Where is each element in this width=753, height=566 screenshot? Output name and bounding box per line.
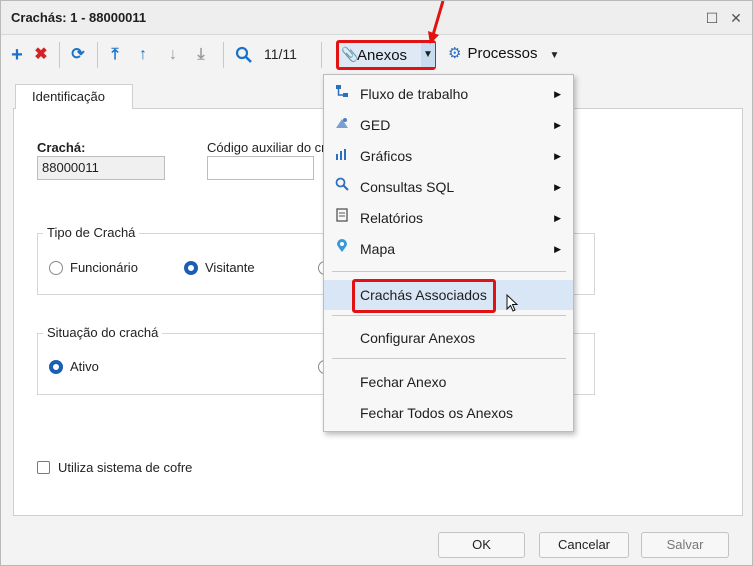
menu-item-label: Fechar Todos os Anexos xyxy=(360,405,514,421)
menu-separator xyxy=(332,358,566,359)
menu-item-label: Mapa xyxy=(360,241,396,257)
close-button[interactable]: ✕ xyxy=(725,7,747,29)
chevron-down-icon: ▼ xyxy=(549,50,560,61)
menu-item-ged[interactable]: GED ▶ xyxy=(324,110,573,140)
mouse-cursor-icon xyxy=(506,294,519,312)
menu-item-label: Fluxo de trabalho xyxy=(360,86,469,102)
submenu-arrow-icon: ▶ xyxy=(554,213,561,223)
menu-item-consultas-sql[interactable]: Consultas SQL ▶ xyxy=(324,172,573,202)
radio-ativo-label: Ativo xyxy=(70,359,99,374)
first-record-icon[interactable]: ⤒ xyxy=(105,44,125,66)
menu-item-fluxo-trabalho[interactable]: Fluxo de trabalho ▶ xyxy=(324,79,573,109)
processos-label: Processos xyxy=(467,45,538,62)
menu-item-mapa[interactable]: Mapa ▶ xyxy=(324,234,573,264)
save-button[interactable]: Salvar xyxy=(641,532,729,558)
maximize-button[interactable]: ☐ xyxy=(701,7,723,29)
anexos-label: Anexos xyxy=(357,47,408,64)
cracha-label: Crachá: xyxy=(37,140,86,155)
cofre-label: Utiliza sistema de cofre xyxy=(58,460,193,475)
anexos-dropdown-menu: Fluxo de trabalho ▶ GED ▶ Gráficos ▶ Con… xyxy=(323,74,574,432)
menu-item-label: Relatórios xyxy=(360,210,424,226)
codigo-auxiliar-field[interactable] xyxy=(207,156,314,180)
report-icon xyxy=(334,203,350,233)
menu-item-label: Fechar Anexo xyxy=(360,374,447,390)
search-icon xyxy=(334,172,350,202)
radio-ativo[interactable] xyxy=(49,360,63,374)
paperclip-icon: 📎 xyxy=(341,46,359,62)
menu-item-relatorios[interactable]: Relatórios ▶ xyxy=(324,203,573,233)
last-record-icon[interactable]: ⤓ xyxy=(191,44,211,66)
submenu-arrow-icon: ▶ xyxy=(554,244,561,254)
cracha-field[interactable]: 88000011 xyxy=(37,156,165,180)
radio-visitante-label: Visitante xyxy=(205,260,255,275)
situacao-cracha-legend: Situação do crachá xyxy=(43,325,163,340)
radio-funcionario[interactable] xyxy=(49,261,63,275)
tipo-cracha-legend: Tipo de Crachá xyxy=(43,225,140,240)
menu-item-label: GED xyxy=(360,117,391,133)
ged-icon xyxy=(334,110,350,140)
toolbar: + ✖ ⟳ ⤒ ↑ ↓ ⤓ 11/11 📎 Anexos ▼ ⚙ Processo… xyxy=(1,36,752,74)
menu-item-label: Configurar Anexos xyxy=(360,330,476,346)
map-pin-icon xyxy=(334,234,350,264)
menu-item-label: Consultas SQL xyxy=(360,179,455,195)
delete-icon[interactable]: ✖ xyxy=(31,44,51,66)
menu-separator xyxy=(332,271,566,272)
add-icon[interactable]: + xyxy=(7,44,27,66)
menu-separator xyxy=(332,315,566,316)
chart-icon xyxy=(334,141,350,171)
codigo-auxiliar-label: Código auxiliar do cr xyxy=(207,140,326,155)
tab-identificacao[interactable]: Identificação xyxy=(15,84,133,109)
highlight-box xyxy=(352,279,496,313)
cofre-checkbox[interactable] xyxy=(37,461,50,474)
annotation-arrow-icon xyxy=(428,1,445,44)
menu-item-configurar-anexos[interactable]: Configurar Anexos xyxy=(324,323,573,353)
next-record-icon[interactable]: ↓ xyxy=(163,44,183,66)
ok-button[interactable]: OK xyxy=(438,532,525,558)
title-bar: Crachás: 1 - 88000011 ☐ ✕ xyxy=(1,1,752,35)
search-icon[interactable] xyxy=(233,44,255,66)
radio-funcionario-label: Funcionário xyxy=(70,260,138,275)
refresh-icon[interactable]: ⟳ xyxy=(67,44,89,66)
menu-item-fechar-todos-anexos[interactable]: Fechar Todos os Anexos xyxy=(324,398,573,428)
menu-item-graficos[interactable]: Gráficos ▶ xyxy=(324,141,573,171)
radio-visitante[interactable] xyxy=(184,261,198,275)
menu-item-label: Gráficos xyxy=(360,148,413,164)
submenu-arrow-icon: ▶ xyxy=(554,182,561,192)
cancel-button[interactable]: Cancelar xyxy=(539,532,629,558)
submenu-arrow-icon: ▶ xyxy=(554,89,561,99)
previous-record-icon[interactable]: ↑ xyxy=(133,44,153,66)
gear-icon: ⚙ xyxy=(448,45,462,62)
anexos-dropdown-icon[interactable]: ▼ xyxy=(421,43,435,67)
submenu-arrow-icon: ▶ xyxy=(554,151,561,161)
record-counter: 11/11 xyxy=(264,46,297,62)
menu-item-fechar-anexo[interactable]: Fechar Anexo xyxy=(324,367,573,397)
dialog-window: Crachás: 1 - 88000011 ☐ ✕ + ✖ ⟳ ⤒ ↑ ↓ ⤓ … xyxy=(0,0,753,566)
processos-button[interactable]: ⚙ Processos ▼ xyxy=(448,44,559,62)
workflow-icon xyxy=(334,79,350,109)
window-title: Crachás: 1 - 88000011 xyxy=(11,10,147,25)
submenu-arrow-icon: ▶ xyxy=(554,120,561,130)
anexos-button[interactable]: 📎 Anexos ▼ xyxy=(336,40,436,70)
